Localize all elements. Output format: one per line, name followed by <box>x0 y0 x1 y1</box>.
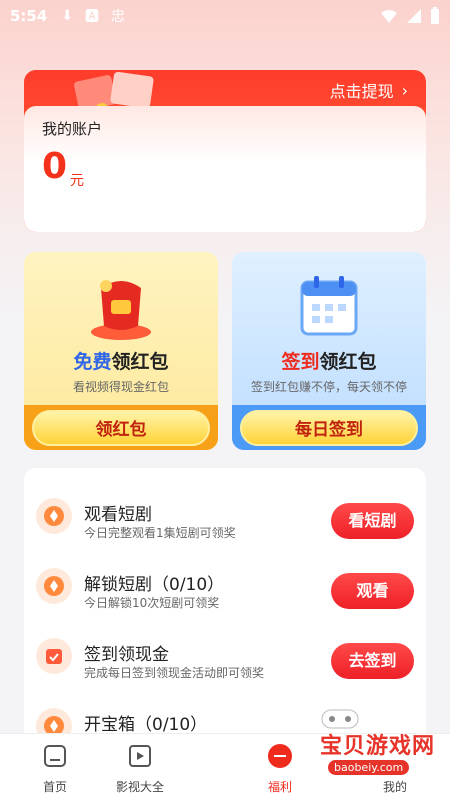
nav-label: 首页 <box>42 780 67 794</box>
task-row: 签到领现金 完成每日签到领现金活动即可领奖 去签到 <box>24 618 426 688</box>
task-desc: 今日解锁10次短剧可领奖 <box>84 596 220 610</box>
app-icon: 忠 <box>111 9 126 25</box>
account-amount: 0 <box>42 146 68 187</box>
withdraw-label: 点击提现 <box>329 82 394 101</box>
promo-button-bar: 领红包 <box>24 405 218 450</box>
account-header: 点击提现 › <box>24 70 426 120</box>
promo-title-highlight: 签到 <box>281 351 320 373</box>
account-title: 我的账户 <box>42 120 103 138</box>
task-desc: 完成每日签到领现金活动即可领奖 <box>84 666 265 680</box>
promo-subtitle: 签到红包赚不停，每天领不停 <box>250 380 407 394</box>
status-time: 5:54 <box>10 7 48 25</box>
nav-label: 影视大全 <box>115 780 164 794</box>
task-title: 观看短剧 <box>84 505 152 525</box>
calendar-icon <box>300 276 358 336</box>
task-title: 签到领现金 <box>84 645 169 665</box>
status-bar: 5:54 ⬇ 🅰 忠 <box>0 0 450 32</box>
task-desc: 今日完整观看1集短剧可领奖 <box>84 526 236 540</box>
account-card: 点击提现 › 我的账户 0 元 <box>24 70 426 232</box>
promo-subtitle: 看视频得现金红包 <box>72 380 169 394</box>
status-right <box>380 7 440 25</box>
download-icon: ⬇ <box>61 8 74 24</box>
wifi-icon <box>381 10 397 23</box>
promo-title: 免费领红包 <box>24 347 218 374</box>
home-icon <box>44 745 66 767</box>
promo-card-free[interactable]: 免费领红包 看视频得现金红包 领红包 <box>24 252 218 450</box>
account-unit: 元 <box>70 173 84 189</box>
task-row: 观看短剧 今日完整观看1集短剧可领奖 看短剧 <box>24 478 426 548</box>
promo-card-checkin[interactable]: 签到领红包 签到红包赚不停，每天领不停 每日签到 <box>232 252 426 450</box>
task-title: 开宝箱（0/10） <box>84 715 208 735</box>
withdraw-link[interactable]: 点击提现 › <box>330 78 408 102</box>
video-icon <box>129 745 151 767</box>
watermark-url: baobeiy.com <box>328 760 410 775</box>
promo-title-rest: 领红包 <box>111 351 169 373</box>
account-body: 我的账户 0 元 <box>24 106 426 232</box>
a-icon: 🅰 <box>85 9 100 25</box>
coin-icon <box>36 498 72 534</box>
checkin-icon <box>36 638 72 674</box>
coin-icon <box>36 568 72 604</box>
promo-title-rest: 领红包 <box>319 351 377 373</box>
unlock-watch-button[interactable]: 观看 <box>331 573 414 609</box>
watermark-text: 宝贝游戏网 <box>320 734 436 759</box>
daily-checkin-button[interactable]: 每日签到 <box>240 410 418 446</box>
signal-icon <box>407 9 421 23</box>
promo-title: 签到领红包 <box>232 347 426 374</box>
watermark: 宝贝游戏网 baobeiy.com <box>300 706 450 786</box>
nav-home[interactable]: 首页 <box>10 734 100 800</box>
promo-button-bar: 每日签到 <box>232 405 426 450</box>
task-row: 解锁短剧（0/10） 今日解锁10次短剧可领奖 观看 <box>24 548 426 618</box>
task-title: 解锁短剧（0/10） <box>84 575 225 595</box>
go-checkin-button[interactable]: 去签到 <box>331 643 414 679</box>
welfare-icon <box>268 744 292 768</box>
red-envelope-icon <box>91 280 151 340</box>
battery-icon <box>431 7 439 24</box>
watch-drama-button[interactable]: 看短剧 <box>331 503 414 539</box>
get-red-envelope-button[interactable]: 领红包 <box>32 410 210 446</box>
promo-title-highlight: 免费 <box>73 351 112 373</box>
nav-video[interactable]: 影视大全 <box>95 734 185 800</box>
chevron-right-icon: › <box>401 80 408 100</box>
